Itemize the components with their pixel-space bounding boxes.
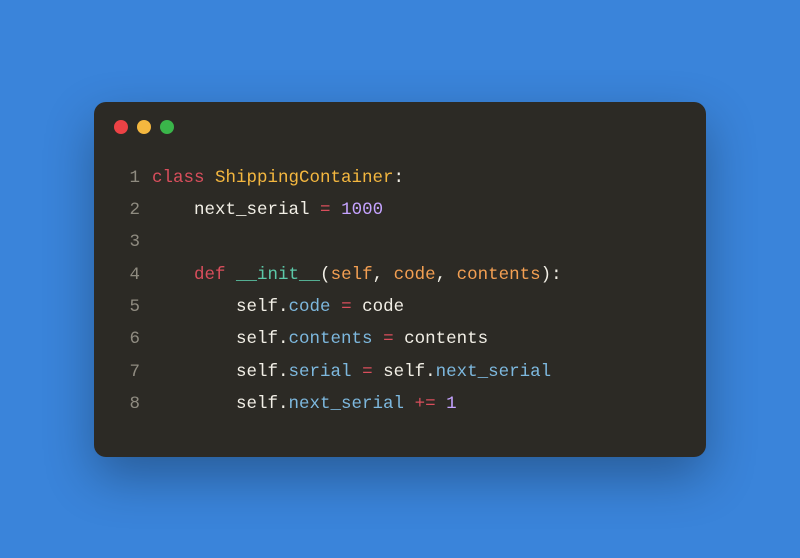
code-line: 2 next_serial = 1000 bbox=[118, 194, 682, 226]
line-content: self.code = code bbox=[152, 291, 404, 323]
line-content bbox=[152, 226, 163, 258]
code-window: 1class ShippingContainer:2 next_serial =… bbox=[94, 102, 706, 457]
line-number: 7 bbox=[118, 356, 140, 388]
line-number: 3 bbox=[118, 226, 140, 258]
line-number: 1 bbox=[118, 162, 140, 194]
close-icon[interactable] bbox=[114, 120, 128, 134]
window-titlebar bbox=[94, 102, 706, 144]
code-line: 1 class ShippingContainer: bbox=[118, 162, 682, 194]
code-line: 6 self.contents = contents bbox=[118, 323, 682, 355]
line-content: def __init__(self, code, contents): bbox=[152, 259, 562, 291]
line-number: 5 bbox=[118, 291, 140, 323]
code-line: 8 self.next_serial += 1 bbox=[118, 388, 682, 420]
line-number: 2 bbox=[118, 194, 140, 226]
line-number: 8 bbox=[118, 388, 140, 420]
code-line: 4 def __init__(self, code, contents): bbox=[118, 259, 682, 291]
line-number: 4 bbox=[118, 259, 140, 291]
code-line: 5 self.code = code bbox=[118, 291, 682, 323]
line-content: self.next_serial += 1 bbox=[152, 388, 457, 420]
code-line: 7 self.serial = self.next_serial bbox=[118, 356, 682, 388]
line-content: class ShippingContainer: bbox=[152, 162, 404, 194]
minimize-icon[interactable] bbox=[137, 120, 151, 134]
maximize-icon[interactable] bbox=[160, 120, 174, 134]
line-number: 6 bbox=[118, 323, 140, 355]
line-content: self.serial = self.next_serial bbox=[152, 356, 551, 388]
code-editor[interactable]: 1class ShippingContainer:2 next_serial =… bbox=[94, 144, 706, 457]
code-line: 3 bbox=[118, 226, 682, 258]
line-content: next_serial = 1000 bbox=[152, 194, 383, 226]
line-content: self.contents = contents bbox=[152, 323, 488, 355]
